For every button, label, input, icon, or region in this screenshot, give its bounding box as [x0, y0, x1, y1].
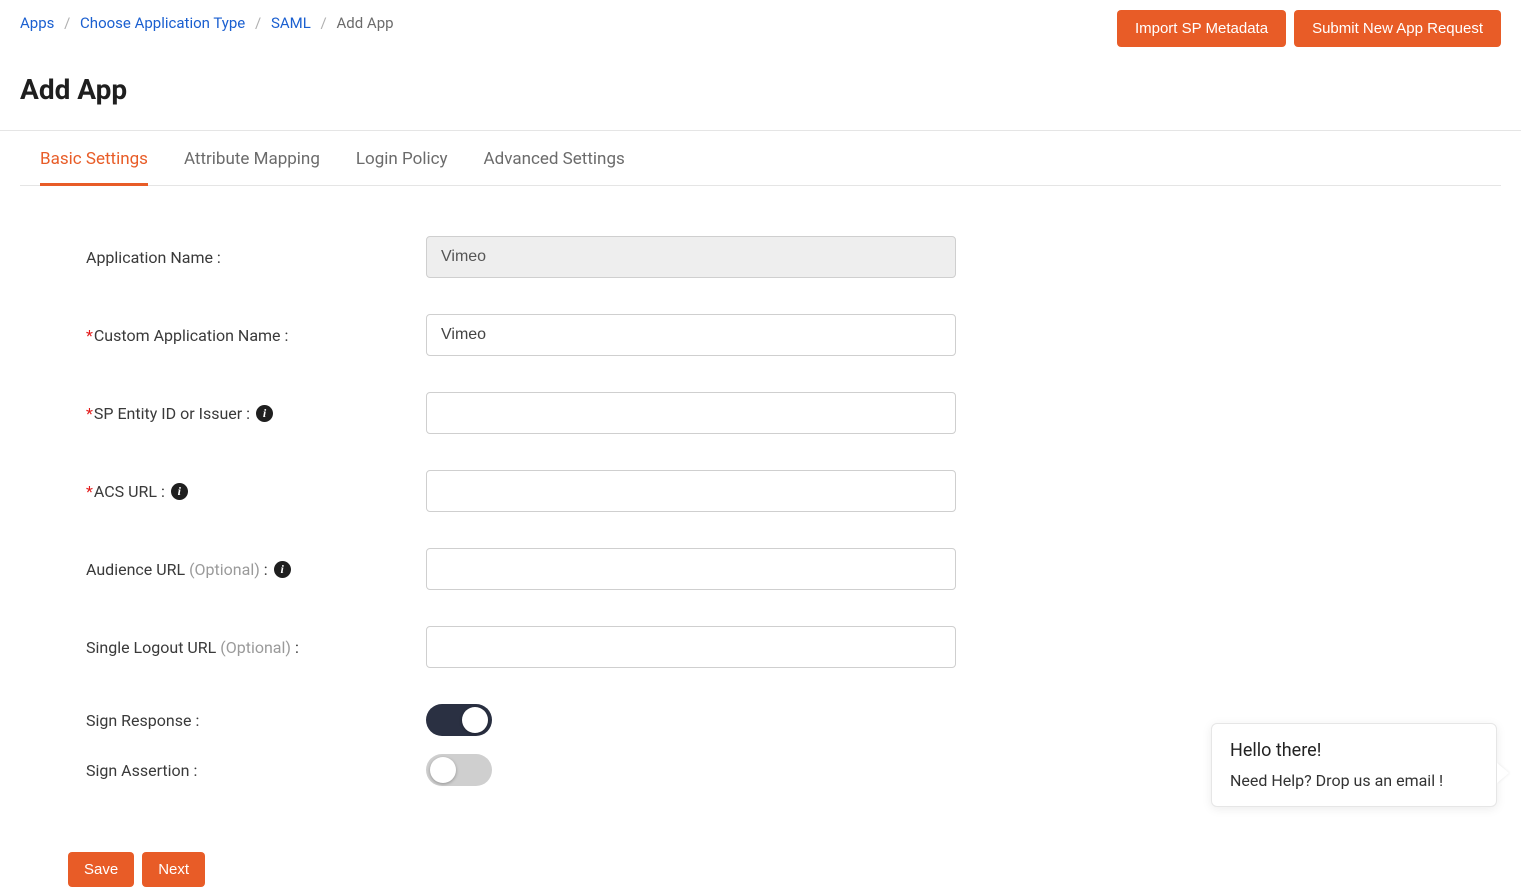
save-button[interactable]: Save	[68, 852, 134, 887]
toggle-knob	[430, 757, 456, 783]
label-sign-response: Sign Response :	[86, 711, 426, 730]
tab-advanced-settings[interactable]: Advanced Settings	[484, 131, 625, 186]
breadcrumb-link-choose-type[interactable]: Choose Application Type	[80, 14, 245, 32]
tab-basic-settings[interactable]: Basic Settings	[40, 131, 148, 186]
breadcrumb-separator: /	[64, 14, 70, 32]
sp-entity-id-input[interactable]	[426, 392, 956, 434]
label-custom-application-name: *Custom Application Name :	[86, 326, 426, 345]
chat-title: Hello there!	[1230, 740, 1478, 761]
tabs: Basic Settings Attribute Mapping Login P…	[20, 131, 1501, 186]
label-single-logout-url: Single Logout URL (Optional) :	[86, 638, 426, 657]
label-application-name: Application Name :	[86, 248, 426, 267]
label-acs-url: *ACS URL : i	[86, 482, 426, 501]
toggle-knob	[462, 707, 488, 733]
custom-application-name-input[interactable]	[426, 314, 956, 356]
page-title: Add App	[0, 47, 1521, 130]
application-name-input	[426, 236, 956, 278]
single-logout-url-input[interactable]	[426, 626, 956, 668]
import-sp-metadata-button[interactable]: Import SP Metadata	[1117, 10, 1286, 47]
submit-new-app-request-button[interactable]: Submit New App Request	[1294, 10, 1501, 47]
label-sign-assertion: Sign Assertion :	[86, 761, 426, 780]
breadcrumb-link-apps[interactable]: Apps	[20, 14, 54, 32]
info-icon[interactable]: i	[171, 483, 188, 500]
breadcrumb: Apps / Choose Application Type / SAML / …	[20, 10, 394, 32]
breadcrumb-current: Add App	[336, 14, 393, 32]
breadcrumb-link-saml[interactable]: SAML	[271, 14, 311, 32]
label-audience-url: Audience URL (Optional) : i	[86, 560, 426, 579]
sign-assertion-toggle[interactable]	[426, 754, 492, 786]
tab-login-policy[interactable]: Login Policy	[356, 131, 448, 186]
info-icon[interactable]: i	[256, 405, 273, 422]
help-chat-popup[interactable]: Hello there! Need Help? Drop us an email…	[1211, 723, 1497, 807]
acs-url-input[interactable]	[426, 470, 956, 512]
info-icon[interactable]: i	[274, 561, 291, 578]
label-sp-entity-id: *SP Entity ID or Issuer : i	[86, 404, 426, 423]
breadcrumb-separator: /	[255, 14, 261, 32]
sign-response-toggle[interactable]	[426, 704, 492, 736]
chat-message: Need Help? Drop us an email !	[1230, 771, 1478, 790]
audience-url-input[interactable]	[426, 548, 956, 590]
next-button[interactable]: Next	[142, 852, 205, 887]
tab-attribute-mapping[interactable]: Attribute Mapping	[184, 131, 320, 186]
breadcrumb-separator: /	[321, 14, 327, 32]
chat-popup-arrow	[1497, 763, 1509, 783]
